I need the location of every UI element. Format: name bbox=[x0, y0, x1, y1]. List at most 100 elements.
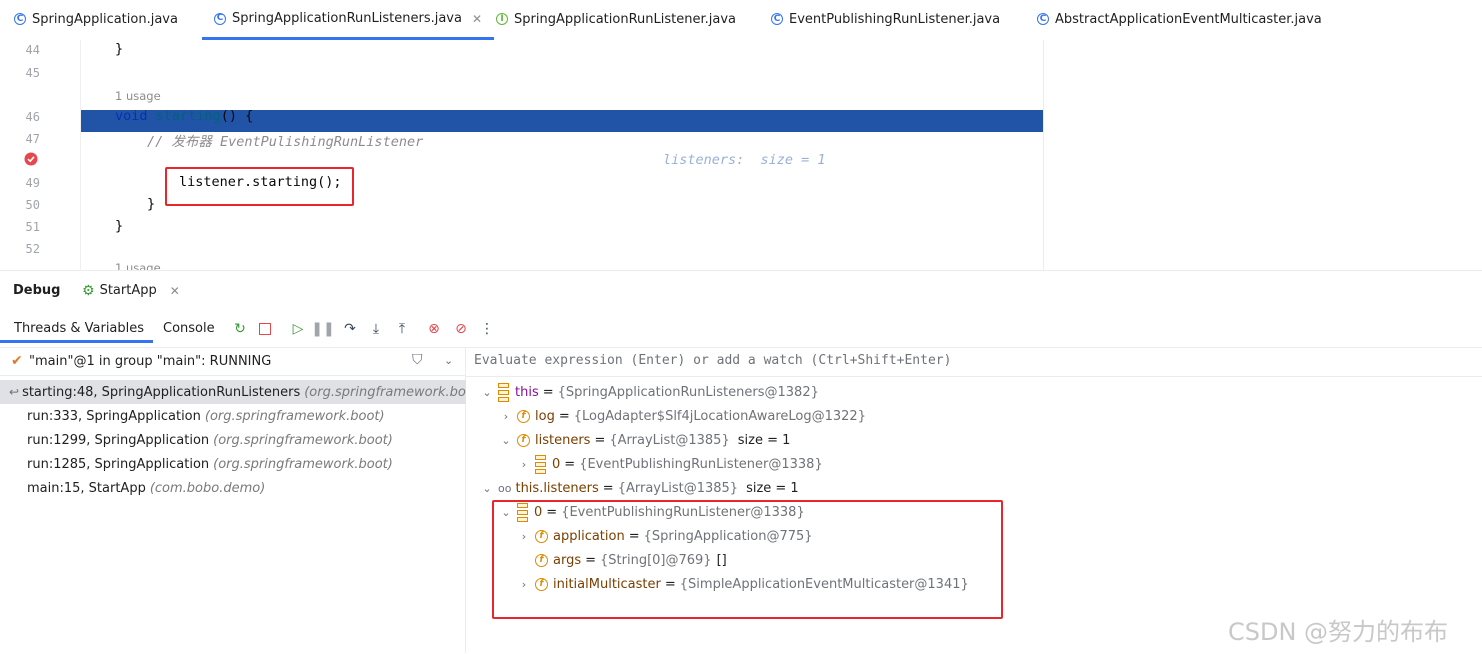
equals-sign: = bbox=[558, 408, 570, 424]
frame-package: (com.bobo.demo) bbox=[149, 480, 266, 496]
more-options-icon[interactable]: ⋮ bbox=[479, 321, 495, 337]
breakpoint-icon[interactable] bbox=[24, 152, 38, 166]
variable-name: log bbox=[535, 408, 555, 424]
stack-frame[interactable]: run:1299, SpringApplication (org.springf… bbox=[0, 428, 466, 452]
pause-icon[interactable]: ❚❚ bbox=[311, 321, 334, 337]
mute-breakpoints-icon[interactable]: ⊘ bbox=[453, 321, 469, 337]
code-close-brace: } bbox=[115, 41, 124, 57]
variable-name: this.listeners bbox=[515, 480, 599, 496]
annotation-box-variables bbox=[492, 500, 1003, 619]
tab-console[interactable]: Console bbox=[163, 321, 215, 336]
tab-spring-application-run-listener[interactable]: I SpringApplicationRunListener.java bbox=[484, 0, 748, 38]
tab-label: SpringApplicationRunListeners.java bbox=[232, 11, 462, 26]
code-text: () { bbox=[220, 108, 254, 124]
resume-icon[interactable]: ▷ bbox=[290, 321, 306, 337]
stack-frame[interactable]: ↩ starting:48, SpringApplicationRunListe… bbox=[0, 380, 466, 404]
stack-frame[interactable]: main:15, StartApp (com.bobo.demo) bbox=[0, 476, 466, 500]
usage-hint[interactable]: 1 usage bbox=[115, 89, 161, 103]
method-name: starting bbox=[155, 108, 221, 124]
chevron-right-icon[interactable]: › bbox=[499, 410, 513, 423]
step-into-icon[interactable]: ⤓ bbox=[368, 321, 384, 337]
tab-spring-application-run-listeners[interactable]: C SpringApplicationRunListeners.java ✕ bbox=[202, 0, 495, 40]
chevron-down-icon[interactable]: ⌄ bbox=[480, 386, 494, 399]
watch-icon: oo bbox=[498, 481, 512, 495]
variable-name: 0 bbox=[552, 456, 561, 472]
class-icon: C bbox=[14, 13, 26, 25]
variable-extra: size = 1 bbox=[737, 432, 791, 448]
right-margin-guide bbox=[1043, 40, 1044, 270]
session-tab-label: StartApp bbox=[99, 283, 157, 298]
chevron-down-icon[interactable]: ⌄ bbox=[499, 434, 513, 447]
tab-label: SpringApplicationRunListener.java bbox=[514, 11, 736, 27]
frame-package: (org.springframework.boot) bbox=[204, 408, 385, 424]
tab-event-publishing-run-listener[interactable]: C EventPublishingRunListener.java bbox=[759, 0, 1012, 38]
stop-icon[interactable] bbox=[257, 321, 273, 337]
stack-frame[interactable]: run:333, SpringApplication (org.springfr… bbox=[0, 404, 466, 428]
variable-value: {SpringApplicationRunListeners@1382} bbox=[557, 384, 819, 400]
watch-node[interactable]: ⌄ oo this.listeners = {ArrayList@1385} s… bbox=[480, 476, 799, 500]
debug-title: Debug bbox=[13, 283, 61, 298]
filter-icon[interactable]: ⛉ bbox=[412, 352, 423, 368]
code-close-brace: } bbox=[115, 218, 124, 234]
close-icon[interactable]: ✕ bbox=[472, 12, 482, 26]
active-tab-indicator bbox=[0, 340, 153, 343]
inline-debug-value: listeners: size = 1 bbox=[663, 152, 826, 168]
field-icon: f bbox=[517, 433, 530, 447]
chevron-down-icon[interactable]: ⌄ bbox=[480, 482, 494, 495]
variable-name: listeners bbox=[535, 432, 591, 448]
equals-sign: = bbox=[594, 432, 606, 448]
interface-icon: I bbox=[496, 13, 508, 25]
tab-threads-variables[interactable]: Threads & Variables bbox=[14, 321, 144, 336]
variable-node[interactable]: ⌄ f listeners = {ArrayList@1385} size = … bbox=[499, 428, 790, 452]
view-breakpoints-icon[interactable]: ⊗ bbox=[426, 321, 442, 337]
session-tab-startapp[interactable]: ⚙ StartApp ✕ bbox=[82, 283, 180, 298]
usage-hint-cut: 1 usage bbox=[115, 261, 175, 270]
chevron-down-icon[interactable]: ⌄ bbox=[444, 354, 453, 367]
frame-package: (org.springframework.boot) bbox=[213, 456, 393, 472]
code-method-signature: void starting() { bbox=[115, 108, 253, 124]
class-icon: C bbox=[1037, 13, 1049, 25]
field-icon: f bbox=[517, 409, 530, 423]
line-number: 51 bbox=[25, 220, 40, 234]
line-number: 46 bbox=[25, 110, 40, 124]
object-icon bbox=[535, 454, 546, 474]
equals-sign: = bbox=[542, 384, 554, 400]
frame-return-icon: ↩ bbox=[9, 385, 20, 399]
line-number: 47 bbox=[25, 132, 40, 146]
step-out-icon[interactable]: ⤒ bbox=[394, 321, 410, 337]
variable-node[interactable]: › 0 = {EventPublishingRunListener@1338} bbox=[517, 452, 823, 476]
stack-frame[interactable]: run:1285, SpringApplication (org.springf… bbox=[0, 452, 466, 476]
annotation-box-editor bbox=[165, 167, 354, 206]
variable-value: {ArrayList@1385} bbox=[617, 480, 739, 496]
evaluate-expression-placeholder: Evaluate expression (Enter) or add a wat… bbox=[474, 353, 952, 368]
line-number: 52 bbox=[25, 242, 40, 256]
variable-node[interactable]: ⌄ this = {SpringApplicationRunListeners@… bbox=[480, 380, 819, 404]
tab-spring-application[interactable]: C SpringApplication.java bbox=[2, 0, 190, 38]
variable-node[interactable]: › f log = {LogAdapter$Slf4jLocationAware… bbox=[499, 404, 866, 428]
frame-package: (org.springframework.boot) bbox=[213, 432, 393, 448]
step-over-icon[interactable]: ↷ bbox=[342, 321, 358, 337]
frame-method: run:333, SpringApplication bbox=[27, 408, 201, 424]
line-number: 45 bbox=[25, 66, 40, 80]
code-close-brace: } bbox=[147, 196, 156, 212]
chevron-right-icon[interactable]: › bbox=[517, 458, 531, 471]
line-number: 50 bbox=[25, 198, 40, 212]
tab-label: SpringApplication.java bbox=[32, 11, 178, 27]
tab-abstract-application-event-multicaster[interactable]: C AbstractApplicationEventMulticaster.ja… bbox=[1025, 0, 1334, 38]
frame-method: main:15, StartApp bbox=[27, 480, 146, 496]
object-icon bbox=[498, 382, 509, 402]
rerun-icon[interactable]: ↻ bbox=[232, 321, 248, 337]
close-icon[interactable]: ✕ bbox=[170, 284, 180, 298]
variable-value: {EventPublishingRunListener@1338} bbox=[579, 456, 823, 472]
variable-value: {LogAdapter$Slf4jLocationAwareLog@1322} bbox=[573, 408, 866, 424]
variable-extra: size = 1 bbox=[746, 480, 799, 496]
editor-tab-bar: C SpringApplication.java C SpringApplica… bbox=[0, 0, 1482, 41]
keyword: void bbox=[115, 108, 148, 124]
check-icon: ✔ bbox=[11, 353, 23, 369]
frame-method: run:1299, SpringApplication bbox=[27, 432, 210, 448]
watermark: CSDN @努力的布布 bbox=[1228, 618, 1449, 646]
tab-label: EventPublishingRunListener.java bbox=[789, 11, 1001, 27]
frame-method: run:1285, SpringApplication bbox=[27, 456, 210, 472]
class-icon: C bbox=[214, 12, 226, 25]
gutter-separator bbox=[80, 40, 81, 270]
